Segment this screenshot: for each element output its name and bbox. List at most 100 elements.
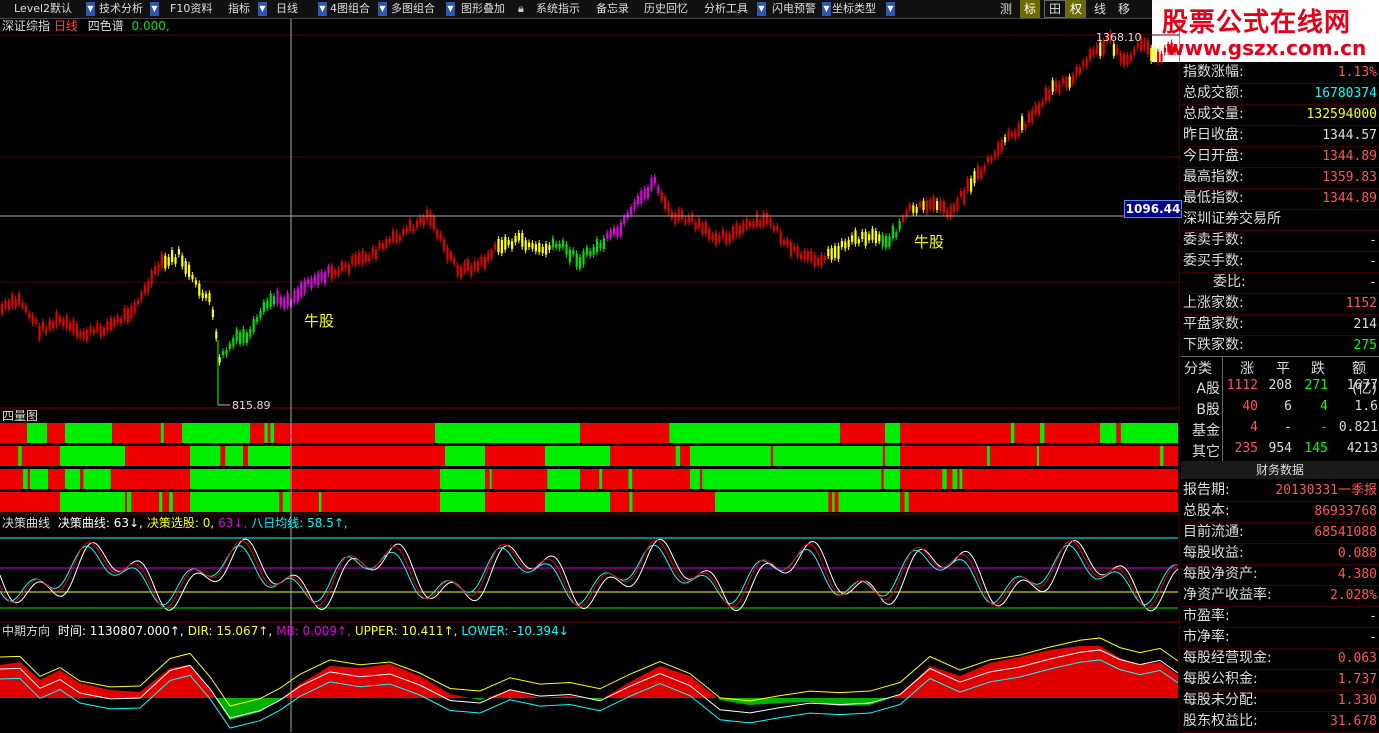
candle-body bbox=[1041, 100, 1044, 106]
candle-body bbox=[1163, 47, 1166, 53]
candle-body bbox=[592, 246, 595, 255]
chevron-down-icon[interactable]: ▼ bbox=[886, 2, 895, 16]
candle-body bbox=[463, 262, 466, 273]
classification-cell: 1677 bbox=[1346, 378, 1378, 393]
toolbar-alert[interactable]: 闪电预警 bbox=[772, 0, 816, 18]
info-row: 委买手数: - bbox=[1181, 251, 1379, 273]
candle-body bbox=[334, 270, 337, 276]
toolbar-f10[interactable]: F10资料 bbox=[170, 0, 212, 18]
candle-body bbox=[902, 216, 905, 223]
candle-body bbox=[830, 248, 833, 260]
toolbar-4chart[interactable]: 4图组合 bbox=[330, 0, 370, 18]
candle-body bbox=[1095, 44, 1098, 54]
trend-header: 中期方向 时间: 1130807.000↑, DIR: 15.067↑, MB: 0… bbox=[2, 624, 569, 638]
toolbar-multi-chart[interactable]: 多图组合 bbox=[391, 0, 435, 18]
toolbar-mark[interactable]: 标 bbox=[1020, 0, 1040, 18]
toolbar-system-indicator[interactable]: 系统指示 bbox=[536, 0, 580, 18]
candle-body bbox=[140, 292, 143, 300]
candle-body bbox=[266, 300, 269, 309]
info-label: 上涨家数: bbox=[1183, 295, 1244, 311]
candle-body bbox=[361, 250, 364, 264]
financial-label: 总股本: bbox=[1183, 503, 1230, 519]
chevron-down-icon[interactable]: ▼ bbox=[86, 2, 95, 16]
quadrant-stripe bbox=[544, 469, 548, 489]
candle-body bbox=[79, 331, 82, 338]
classification-cell: - bbox=[1320, 420, 1328, 435]
toolbar-history[interactable]: 历史回忆 bbox=[644, 0, 688, 18]
toolbar-daily[interactable]: 日线 bbox=[276, 0, 298, 18]
toolbar-level2[interactable]: Level2默认 bbox=[14, 0, 72, 18]
candle-body bbox=[500, 239, 503, 254]
financial-header[interactable]: 财务数据 bbox=[1181, 461, 1379, 479]
toolbar-line[interactable]: 线 bbox=[1090, 0, 1110, 18]
classification-header: 涨 bbox=[1240, 361, 1254, 377]
quadrant-stripe bbox=[669, 423, 675, 443]
candle-body bbox=[1044, 87, 1047, 102]
candle-body bbox=[460, 266, 463, 278]
classification-cell: 4 bbox=[1250, 420, 1258, 435]
candle-body bbox=[215, 331, 218, 339]
chevron-down-icon[interactable]: ▼ bbox=[150, 2, 159, 16]
quadrant-stripe bbox=[35, 446, 41, 466]
candle-body bbox=[881, 234, 884, 247]
quadrant-stripe bbox=[680, 446, 685, 466]
candle-body bbox=[35, 319, 38, 324]
quadrant-segment bbox=[395, 423, 435, 443]
logo-url: www.gszx.com.cn bbox=[1166, 36, 1367, 60]
financial-label: 每股公积金: bbox=[1183, 671, 1258, 687]
candle-body bbox=[351, 256, 354, 265]
toolbar-indicator[interactable]: 指标 bbox=[228, 0, 250, 18]
quadrant-stripe bbox=[881, 469, 884, 489]
toolbar-measure[interactable]: 测 bbox=[996, 0, 1016, 18]
candle-body bbox=[1058, 83, 1061, 94]
candle-body bbox=[1089, 49, 1092, 60]
chevron-down-icon[interactable]: ▼ bbox=[822, 2, 831, 16]
candle-body bbox=[371, 247, 374, 257]
candle-body bbox=[538, 242, 541, 253]
candle-body bbox=[670, 211, 673, 218]
info-row: 委比: - bbox=[1181, 272, 1379, 294]
toolbar-memo[interactable]: 备忘录 bbox=[596, 0, 629, 18]
candle-body bbox=[562, 240, 565, 248]
candle-body bbox=[759, 220, 762, 227]
candle-body bbox=[307, 279, 310, 285]
chevron-down-icon[interactable]: ▼ bbox=[318, 2, 327, 16]
info-label: 总成交额: bbox=[1183, 85, 1244, 101]
candle-body bbox=[619, 222, 622, 236]
candle-body bbox=[218, 357, 221, 363]
classification-cell: 954 bbox=[1268, 441, 1292, 456]
toolbar-grid[interactable]: 田 bbox=[1044, 0, 1066, 18]
chevron-down-icon[interactable]: ▼ bbox=[757, 2, 766, 16]
candle-body bbox=[327, 266, 330, 275]
toolbar-overlay[interactable]: 图形叠加 bbox=[461, 0, 505, 18]
candle-body bbox=[181, 255, 184, 267]
financial-label: 每股收益: bbox=[1183, 545, 1244, 561]
toolbar-coord-type[interactable]: 坐标类型 bbox=[832, 0, 876, 18]
lock-icon[interactable]: 🔒︎ bbox=[518, 0, 524, 18]
classification-cell: 271 bbox=[1304, 378, 1328, 393]
toolbar-tech-analysis[interactable]: 技术分析 bbox=[99, 0, 143, 18]
candle-body bbox=[239, 332, 242, 344]
candle-body bbox=[623, 216, 626, 225]
candle-body bbox=[820, 254, 823, 266]
chevron-down-icon[interactable]: ▼ bbox=[446, 2, 455, 16]
candle-body bbox=[718, 235, 721, 242]
toolbar-analysis-tools[interactable]: 分析工具 bbox=[704, 0, 748, 18]
candle-body bbox=[341, 261, 344, 272]
candle-body bbox=[694, 222, 697, 230]
chevron-down-icon[interactable]: ▼ bbox=[378, 2, 387, 16]
candle-body bbox=[191, 274, 194, 280]
quadrant-segment bbox=[27, 423, 47, 443]
candle-body bbox=[738, 225, 741, 236]
toolbar-rights[interactable]: 权 bbox=[1066, 0, 1086, 18]
candle-body bbox=[973, 171, 976, 184]
candle-body bbox=[1174, 48, 1177, 53]
classification-cell: 208 bbox=[1268, 378, 1292, 393]
candle-body bbox=[728, 233, 731, 243]
toolbar-move[interactable]: 移 bbox=[1114, 0, 1134, 18]
candle-body bbox=[436, 230, 439, 239]
quadrant-segment bbox=[765, 492, 900, 512]
chevron-down-icon[interactable]: ▼ bbox=[258, 2, 267, 16]
candle-body bbox=[772, 225, 775, 231]
candle-body bbox=[806, 251, 809, 261]
